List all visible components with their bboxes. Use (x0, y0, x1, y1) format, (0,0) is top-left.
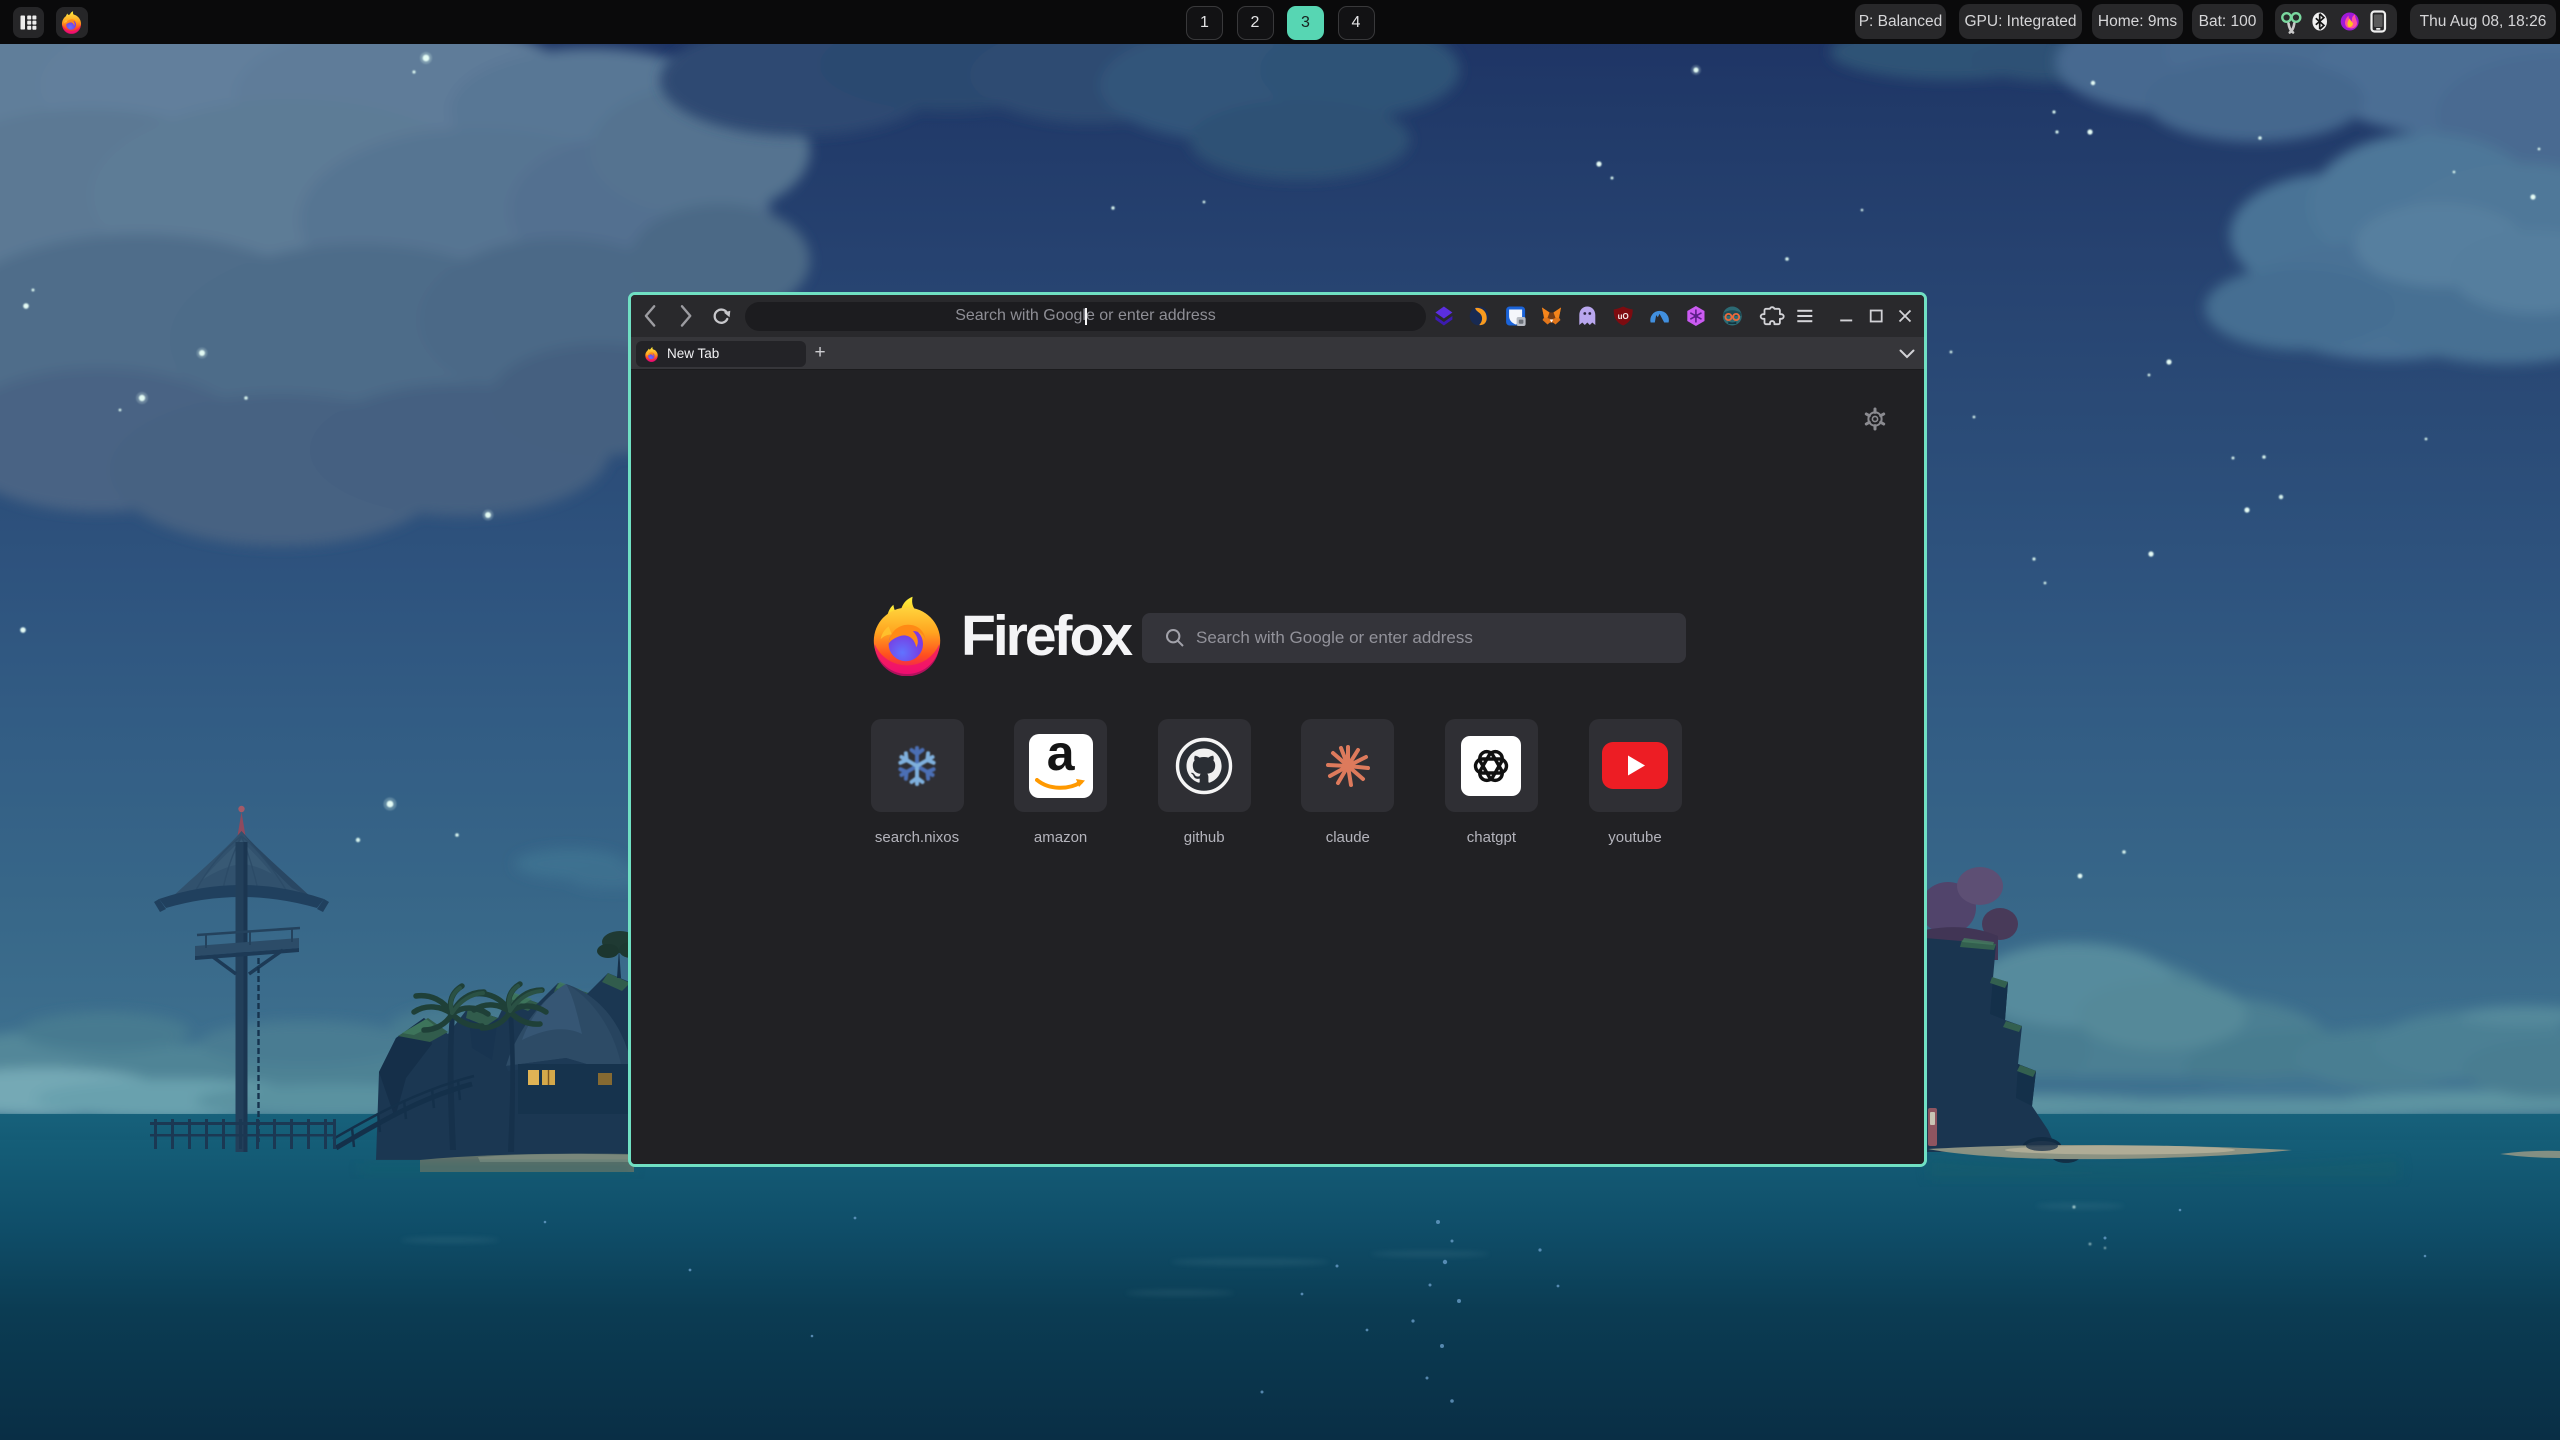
svg-text:uO: uO (1618, 312, 1629, 321)
